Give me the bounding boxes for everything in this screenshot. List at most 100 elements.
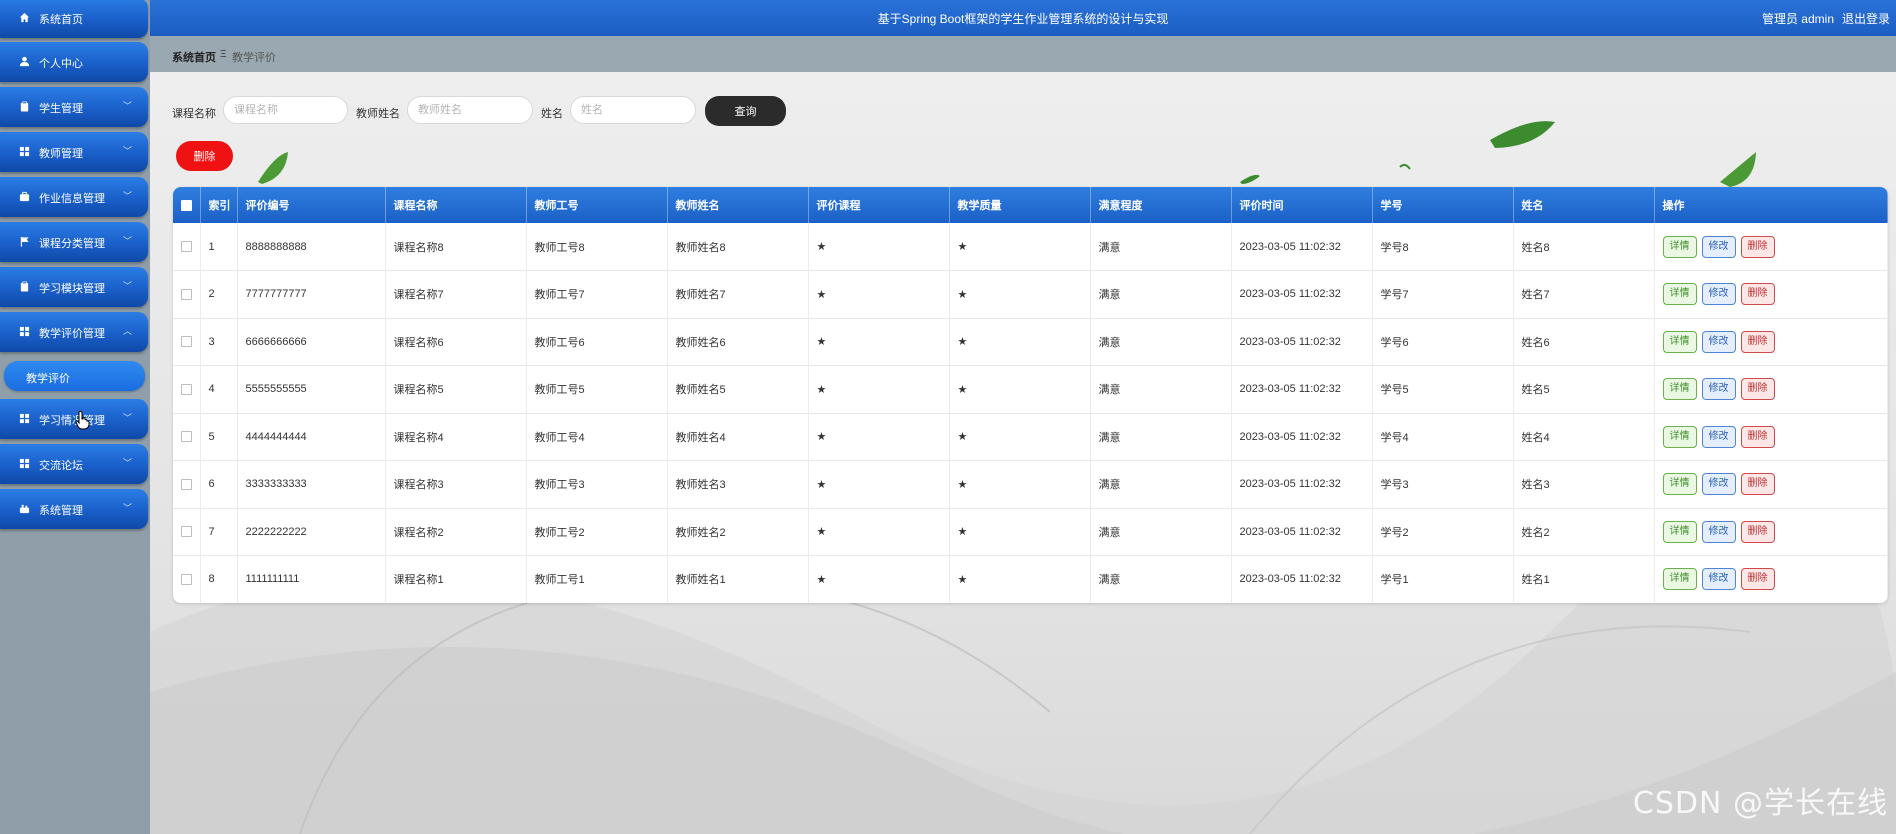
evaluation-time-cell: 2023-03-05 11:02:32	[1231, 270, 1373, 318]
detail-button[interactable]: 详情	[1662, 378, 1697, 401]
sidebar-item-profile[interactable]: 个人中心	[0, 42, 148, 82]
chevron-down-icon: ﹀	[122, 413, 132, 423]
sidebar-item-label: 系统首页	[39, 14, 83, 26]
edit-button[interactable]: 修改	[1701, 568, 1736, 591]
detail-button[interactable]: 详情	[1662, 520, 1697, 543]
teacher-name-cell: 教师姓名2	[667, 508, 809, 556]
row-select-cell[interactable]	[173, 365, 201, 413]
satisfaction-cell: 满意	[1090, 223, 1232, 271]
chevron-down-icon: ﹀	[122, 281, 132, 291]
satisfaction-cell: 满意	[1090, 270, 1232, 318]
sidebar-item-system[interactable]: 系统管理 ﹀	[0, 489, 148, 529]
detail-button[interactable]: 详情	[1662, 473, 1697, 496]
course-rating-cell: ★	[808, 270, 950, 318]
index-cell: 5	[200, 413, 238, 461]
evaluation-code-cell: 8888888888	[237, 223, 386, 271]
evaluation-time-cell: 2023-03-05 11:02:32	[1231, 555, 1373, 603]
row-select-cell[interactable]	[173, 223, 201, 271]
chevron-down-icon: ﹀	[122, 191, 132, 201]
student-no-cell: 学号7	[1372, 270, 1514, 318]
row-checkbox[interactable]	[180, 288, 192, 300]
name-cell: 姓名2	[1513, 508, 1655, 556]
logout-link[interactable]: 退出登录	[1842, 10, 1890, 27]
breadcrumb-home[interactable]: 系统首页	[172, 49, 216, 65]
breadcrumb: 系统首页 Ξ 教学评价	[150, 36, 1896, 72]
detail-button[interactable]: 详情	[1662, 283, 1697, 306]
delete-button[interactable]: 删除	[1740, 235, 1775, 258]
row-checkbox[interactable]	[180, 431, 192, 443]
column-header: 学号	[1372, 187, 1514, 223]
delete-button[interactable]: 删除	[1740, 568, 1775, 591]
delete-button[interactable]: 删除	[1740, 425, 1775, 448]
delete-button[interactable]: 删除	[1740, 520, 1775, 543]
select-all-cell[interactable]	[173, 187, 201, 223]
detail-button[interactable]: 详情	[1662, 235, 1697, 258]
row-select-cell[interactable]	[173, 413, 201, 461]
sidebar-item-homework[interactable]: 作业信息管理 ﹀	[0, 177, 148, 217]
satisfaction-cell: 满意	[1090, 460, 1232, 508]
sidebar-subitem-label: 教学评价	[26, 373, 70, 385]
briefcase-icon	[18, 190, 30, 202]
sidebar-item-study-module[interactable]: 学习模块管理 ﹀	[0, 267, 148, 307]
sidebar-item-forum[interactable]: 交流论坛 ﹀	[0, 444, 148, 484]
edit-button[interactable]: 修改	[1701, 520, 1736, 543]
current-user: 管理员 admin	[1761, 12, 1834, 26]
evaluation-time-cell: 2023-03-05 11:02:32	[1231, 460, 1373, 508]
sidebar-item-teaching-evaluation[interactable]: 教学评价管理 ︿	[0, 312, 148, 352]
student-no-cell: 学号3	[1372, 460, 1514, 508]
row-checkbox[interactable]	[180, 526, 192, 538]
select-all-checkbox[interactable]	[180, 199, 192, 211]
chevron-up-icon: ︿	[122, 326, 132, 336]
edit-button[interactable]: 修改	[1701, 283, 1736, 306]
row-checkbox[interactable]	[180, 241, 192, 253]
sidebar-item-course-category[interactable]: 课程分类管理 ﹀	[0, 222, 148, 262]
row-select-cell[interactable]	[173, 508, 201, 556]
edit-button[interactable]: 修改	[1701, 330, 1736, 353]
evaluation-code-cell: 7777777777	[237, 270, 386, 318]
detail-button[interactable]: 详情	[1662, 330, 1697, 353]
row-select-cell[interactable]	[173, 318, 201, 366]
sidebar-item-teachers[interactable]: 教师管理 ﹀	[0, 132, 148, 172]
edit-button[interactable]: 修改	[1701, 235, 1736, 258]
row-actions-cell: 详情 修改 删除	[1654, 460, 1888, 508]
delete-button[interactable]: 删除	[1740, 330, 1775, 353]
satisfaction-cell: 满意	[1090, 508, 1232, 556]
grid-icon	[18, 145, 30, 157]
index-cell: 7	[200, 508, 238, 556]
sidebar-item-home[interactable]: 系统首页	[0, 0, 148, 38]
delete-button[interactable]: 删除	[1740, 473, 1775, 496]
name-input[interactable]	[570, 96, 696, 124]
course-name-input[interactable]	[223, 96, 348, 124]
grid-icon	[18, 457, 30, 469]
flag-icon	[18, 235, 30, 247]
table-header-row: 索引 评价编号 课程名称 教师工号 教师姓名 评价课程 教学质量 满意程度 评价…	[173, 187, 1888, 223]
query-button[interactable]: 查询	[705, 96, 786, 126]
sidebar-subitem-teaching-evaluation[interactable]: 教学评价	[4, 361, 145, 391]
row-checkbox[interactable]	[180, 478, 192, 490]
detail-button[interactable]: 详情	[1662, 425, 1697, 448]
chevron-down-icon: ﹀	[122, 101, 132, 111]
user-icon	[18, 55, 30, 67]
teacher-name-cell: 教师姓名1	[667, 555, 809, 603]
delete-button[interactable]: 删除	[1740, 283, 1775, 306]
row-select-cell[interactable]	[173, 460, 201, 508]
sidebar-item-label: 系统管理	[39, 505, 83, 517]
watermark: CSDN @学长在线	[1632, 786, 1888, 821]
teacher-name-input[interactable]	[407, 96, 533, 124]
detail-button[interactable]: 详情	[1662, 568, 1697, 591]
chevron-down-icon: ﹀	[122, 236, 132, 246]
batch-delete-button[interactable]: 删除	[176, 141, 233, 171]
delete-button[interactable]: 删除	[1740, 378, 1775, 401]
edit-button[interactable]: 修改	[1701, 378, 1736, 401]
row-checkbox[interactable]	[180, 573, 192, 585]
settings-icon	[18, 502, 30, 514]
row-checkbox[interactable]	[180, 336, 192, 348]
row-checkbox[interactable]	[180, 383, 192, 395]
edit-button[interactable]: 修改	[1701, 425, 1736, 448]
row-select-cell[interactable]	[173, 555, 201, 603]
sidebar-item-students[interactable]: 学生管理 ﹀	[0, 87, 148, 127]
row-select-cell[interactable]	[173, 270, 201, 318]
teaching-quality-cell: ★	[949, 270, 1091, 318]
edit-button[interactable]: 修改	[1701, 473, 1736, 496]
teaching-quality-cell: ★	[949, 318, 1091, 366]
